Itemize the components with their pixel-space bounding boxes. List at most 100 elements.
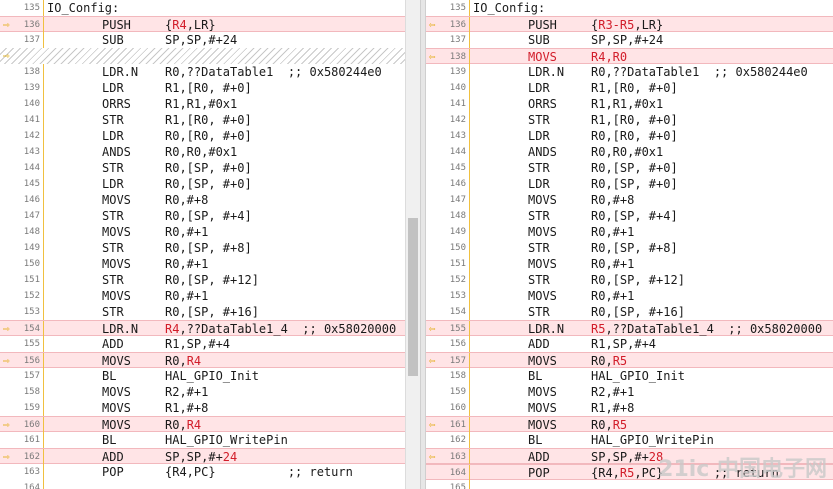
code-line-row[interactable]: ⇦ 155 LDR.N R5,??DataTable1_4 ;; 0x58020000 bbox=[426, 320, 833, 337]
code-line-row[interactable]: ⇦ 161 MOVS R0,R5 bbox=[426, 416, 833, 433]
code-line-row[interactable]: 163 POP {R4,PC} ;; return bbox=[0, 464, 405, 480]
arrow-right-icon: ⇨ bbox=[3, 18, 10, 31]
code-line-row[interactable]: 144 STR R0,[SP, #+0] bbox=[0, 160, 405, 176]
instruction-operands: R0,[SP, #+16] bbox=[591, 305, 685, 319]
code-line-row[interactable]: ⇦ 138 MOVS R4,R0 bbox=[426, 48, 833, 65]
code-line-row[interactable]: 149 STR R0,[SP, #+8] bbox=[0, 240, 405, 256]
instruction-mnemonic: MOVS bbox=[528, 354, 557, 368]
code-line-row[interactable]: 145 STR R0,[SP, #+0] bbox=[426, 160, 833, 176]
code-line-row[interactable]: 140 ORRS R1,R1,#0x1 bbox=[0, 96, 405, 112]
margin-rule bbox=[469, 272, 470, 288]
instruction-mnemonic: POP bbox=[102, 465, 124, 479]
code-line-row[interactable]: 139 LDR R1,[R0, #+0] bbox=[0, 80, 405, 96]
code-line-row[interactable]: 159 MOVS R2,#+1 bbox=[426, 384, 833, 400]
code-line-row[interactable]: 149 MOVS R0,#+1 bbox=[426, 224, 833, 240]
arrow-left-icon: ⇦ bbox=[429, 450, 436, 463]
code-line-row[interactable]: 157 BL HAL_GPIO_Init bbox=[0, 368, 405, 384]
code-line-row[interactable]: 164 bbox=[0, 480, 405, 489]
code-line-row[interactable]: 137 SUB SP,SP,#+24 bbox=[426, 32, 833, 48]
code-line-row[interactable]: 160 MOVS R1,#+8 bbox=[426, 400, 833, 416]
code-line-row[interactable]: 146 LDR R0,[SP, #+0] bbox=[426, 176, 833, 192]
diff-pane-right[interactable]: 135 IO_Config: ⇦ 136 PUSH {R3-R5,LR} 137 SUB SP,… bbox=[426, 0, 833, 489]
code-line-row[interactable]: 142 STR R1,[R0, #+0] bbox=[426, 112, 833, 128]
code-line-row[interactable]: 147 MOVS R0,#+8 bbox=[426, 192, 833, 208]
code-line-row[interactable]: 143 LDR R0,[R0, #+0] bbox=[426, 128, 833, 144]
instruction-mnemonic: MOVS bbox=[102, 418, 131, 432]
code-line-row[interactable]: 151 STR R0,[SP, #+12] bbox=[0, 272, 405, 288]
line-number: 137 bbox=[23, 35, 40, 45]
code-line-row[interactable]: 152 STR R0,[SP, #+12] bbox=[426, 272, 833, 288]
margin-rule bbox=[43, 80, 44, 96]
margin-rule bbox=[469, 400, 470, 416]
changed-operand: R5 bbox=[619, 466, 635, 480]
code-line-row[interactable]: 158 MOVS R2,#+1 bbox=[0, 384, 405, 400]
instruction-mnemonic: PUSH bbox=[102, 18, 131, 32]
instruction-mnemonic: STR bbox=[528, 241, 550, 255]
margin-rule bbox=[469, 0, 470, 16]
margin-rule bbox=[469, 80, 470, 96]
margin-rule bbox=[469, 128, 470, 144]
margin-rule bbox=[469, 449, 470, 465]
instruction-operands: R0,#+1 bbox=[165, 225, 209, 239]
diff-pane-left[interactable]: 135 IO_Config: ⇨ 136 PUSH {R4,LR} 137 SUB SP,SP,… bbox=[0, 0, 405, 489]
line-number: 154 bbox=[23, 324, 40, 334]
code-line-row[interactable]: 147 STR R0,[SP, #+4] bbox=[0, 208, 405, 224]
code-line-row[interactable]: ⇨ 154 LDR.N R4,??DataTable1_4 ;; 0x58020000 bbox=[0, 320, 405, 337]
code-line-row[interactable]: 159 MOVS R1,#+8 bbox=[0, 400, 405, 416]
code-line-row[interactable]: 153 STR R0,[SP, #+16] bbox=[0, 304, 405, 320]
code-line-row[interactable]: 144 ANDS R0,R0,#0x1 bbox=[426, 144, 833, 160]
line-number: 157 bbox=[23, 371, 40, 381]
code-line-row[interactable]: 148 STR R0,[SP, #+4] bbox=[426, 208, 833, 224]
instruction-mnemonic: LDR bbox=[102, 81, 124, 95]
code-line-row[interactable]: 152 MOVS R0,#+1 bbox=[0, 288, 405, 304]
code-line-row[interactable]: 148 MOVS R0,#+1 bbox=[0, 224, 405, 240]
code-label-row[interactable]: 135 IO_Config: bbox=[0, 0, 405, 16]
left-vertical-scrollbar[interactable] bbox=[405, 0, 420, 489]
code-line-row[interactable]: 143 ANDS R0,R0,#0x1 bbox=[0, 144, 405, 160]
code-line-row[interactable]: 139 LDR.N R0,??DataTable1 ;; 0x580244e0 bbox=[426, 64, 833, 80]
code-line-row[interactable]: 138 LDR.N R0,??DataTable1 ;; 0x580244e0 bbox=[0, 64, 405, 80]
code-line-row[interactable]: 141 ORRS R1,R1,#0x1 bbox=[426, 96, 833, 112]
operand-text: ,??DataTable1_4 ;; 0x58020000 bbox=[605, 322, 823, 336]
margin-rule bbox=[43, 176, 44, 192]
code-line-row[interactable]: 141 STR R1,[R0, #+0] bbox=[0, 112, 405, 128]
instruction-mnemonic: STR bbox=[528, 161, 550, 175]
code-line-row[interactable]: ⇨ 162 ADD SP,SP,#+24 bbox=[0, 448, 405, 465]
operand-text: R0, bbox=[591, 418, 613, 432]
code-line-row[interactable]: 151 MOVS R0,#+1 bbox=[426, 256, 833, 272]
code-line-row[interactable]: 145 LDR R0,[SP, #+0] bbox=[0, 176, 405, 192]
instruction-operands: SP,SP,#+24 bbox=[165, 33, 238, 47]
code-line-row[interactable]: 155 ADD R1,SP,#+4 bbox=[0, 336, 405, 352]
instruction-mnemonic: STR bbox=[102, 161, 124, 175]
instruction-operands: R1,[R0, #+0] bbox=[591, 113, 678, 127]
code-line-row[interactable]: ⇦ 136 PUSH {R3-R5,LR} bbox=[426, 16, 833, 33]
code-line-row[interactable]: 142 LDR R0,[R0, #+0] bbox=[0, 128, 405, 144]
code-line-row[interactable]: 150 MOVS R0,#+1 bbox=[0, 256, 405, 272]
margin-rule bbox=[469, 160, 470, 176]
code-line-row[interactable]: 161 BL HAL_GPIO_WritePin bbox=[0, 432, 405, 448]
code-line-row[interactable]: 154 STR R0,[SP, #+16] bbox=[426, 304, 833, 320]
code-line-row[interactable]: 156 ADD R1,SP,#+4 bbox=[426, 336, 833, 352]
code-line-row[interactable]: 146 MOVS R0,#+8 bbox=[0, 192, 405, 208]
instruction-operands: R1,[R0, #+0] bbox=[165, 81, 252, 95]
code-line-row[interactable]: 153 MOVS R0,#+1 bbox=[426, 288, 833, 304]
scrollbar-thumb[interactable] bbox=[408, 218, 418, 376]
code-line-row[interactable]: 158 BL HAL_GPIO_Init bbox=[426, 368, 833, 384]
line-number: 144 bbox=[23, 163, 40, 173]
code-label-row[interactable]: 135 IO_Config: bbox=[426, 0, 833, 16]
instruction-operands: R1,R1,#0x1 bbox=[165, 97, 238, 111]
code-line-row[interactable]: 137 SUB SP,SP,#+24 bbox=[0, 32, 405, 48]
code-line-row[interactable]: ⇦ 157 MOVS R0,R5 bbox=[426, 352, 833, 369]
code-line-row[interactable]: 140 LDR R1,[R0, #+0] bbox=[426, 80, 833, 96]
code-line-row[interactable]: 150 STR R0,[SP, #+8] bbox=[426, 240, 833, 256]
code-label: IO_Config: bbox=[473, 1, 546, 15]
code-line-row[interactable]: 162 BL HAL_GPIO_WritePin bbox=[426, 432, 833, 448]
instruction-operands: R0,#+8 bbox=[165, 193, 209, 207]
line-number: 150 bbox=[23, 259, 40, 269]
code-line-row[interactable]: ⇨ 156 MOVS R0,R4 bbox=[0, 352, 405, 369]
code-line-row[interactable]: ⇨ 160 MOVS R0,R4 bbox=[0, 416, 405, 433]
instruction-mnemonic: BL bbox=[102, 369, 117, 383]
code-line-row[interactable]: ⇨ 136 PUSH {R4,LR} bbox=[0, 16, 405, 33]
placeholder-gap-row[interactable]: ⇨ bbox=[0, 48, 405, 64]
instruction-mnemonic: BL bbox=[528, 433, 543, 447]
